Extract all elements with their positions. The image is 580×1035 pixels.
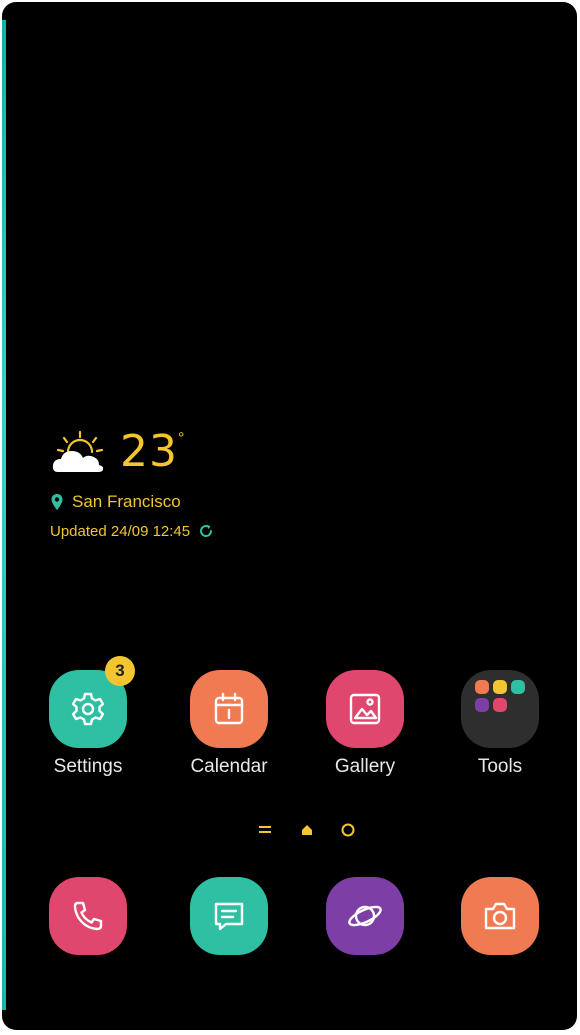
home-screen: 23 ° San Francisco Updated 24/09 12:45 3… <box>2 2 577 1030</box>
gallery-app-icon[interactable] <box>326 670 404 748</box>
phone-icon <box>73 901 103 931</box>
mini-app-icon <box>475 698 489 712</box>
edge-panel-handle[interactable] <box>2 20 6 1010</box>
updated-row: Updated 24/09 12:45 <box>50 520 214 542</box>
dock-phone[interactable] <box>49 877 127 955</box>
calendar-app-icon[interactable] <box>190 670 268 748</box>
dock-internet[interactable] <box>326 877 404 955</box>
calendar-icon <box>214 692 244 725</box>
page-circle-icon[interactable] <box>340 822 356 838</box>
folder-icon[interactable] <box>461 670 539 748</box>
app-label-calendar: Calendar <box>190 756 268 777</box>
weather-widget[interactable]: 23 ° San Francisco Updated 24/09 12:45 <box>48 422 348 552</box>
internet-planet-icon <box>348 905 382 927</box>
home-dot-icon[interactable] <box>300 823 314 837</box>
location-pin-icon <box>51 494 63 510</box>
page-indicator <box>252 820 362 840</box>
app-label-tools: Tools <box>477 756 523 777</box>
camera-icon <box>484 902 516 930</box>
temperature-unit: ° <box>178 430 185 447</box>
gear-icon <box>71 692 105 726</box>
dock-camera[interactable] <box>461 877 539 955</box>
mini-app-icon <box>493 680 507 694</box>
message-icon <box>214 902 244 931</box>
mini-app-icon <box>475 680 489 694</box>
app-label-gallery: Gallery <box>334 756 396 777</box>
updated-timestamp: Updated 24/09 12:45 <box>50 522 191 540</box>
notification-badge: 3 <box>105 656 135 686</box>
temperature-value: 23 <box>120 426 178 477</box>
partly-sunny-icon <box>52 430 104 472</box>
menu-lines-icon[interactable] <box>258 824 272 836</box>
mini-app-icon <box>511 680 525 694</box>
refresh-icon[interactable] <box>198 523 214 539</box>
location-row: San Francisco <box>50 490 181 514</box>
location-label: San Francisco <box>72 492 181 511</box>
dock-messages[interactable] <box>190 877 268 955</box>
mini-app-icon <box>493 698 507 712</box>
picture-icon <box>349 693 381 725</box>
app-label-settings: Settings <box>53 756 123 777</box>
